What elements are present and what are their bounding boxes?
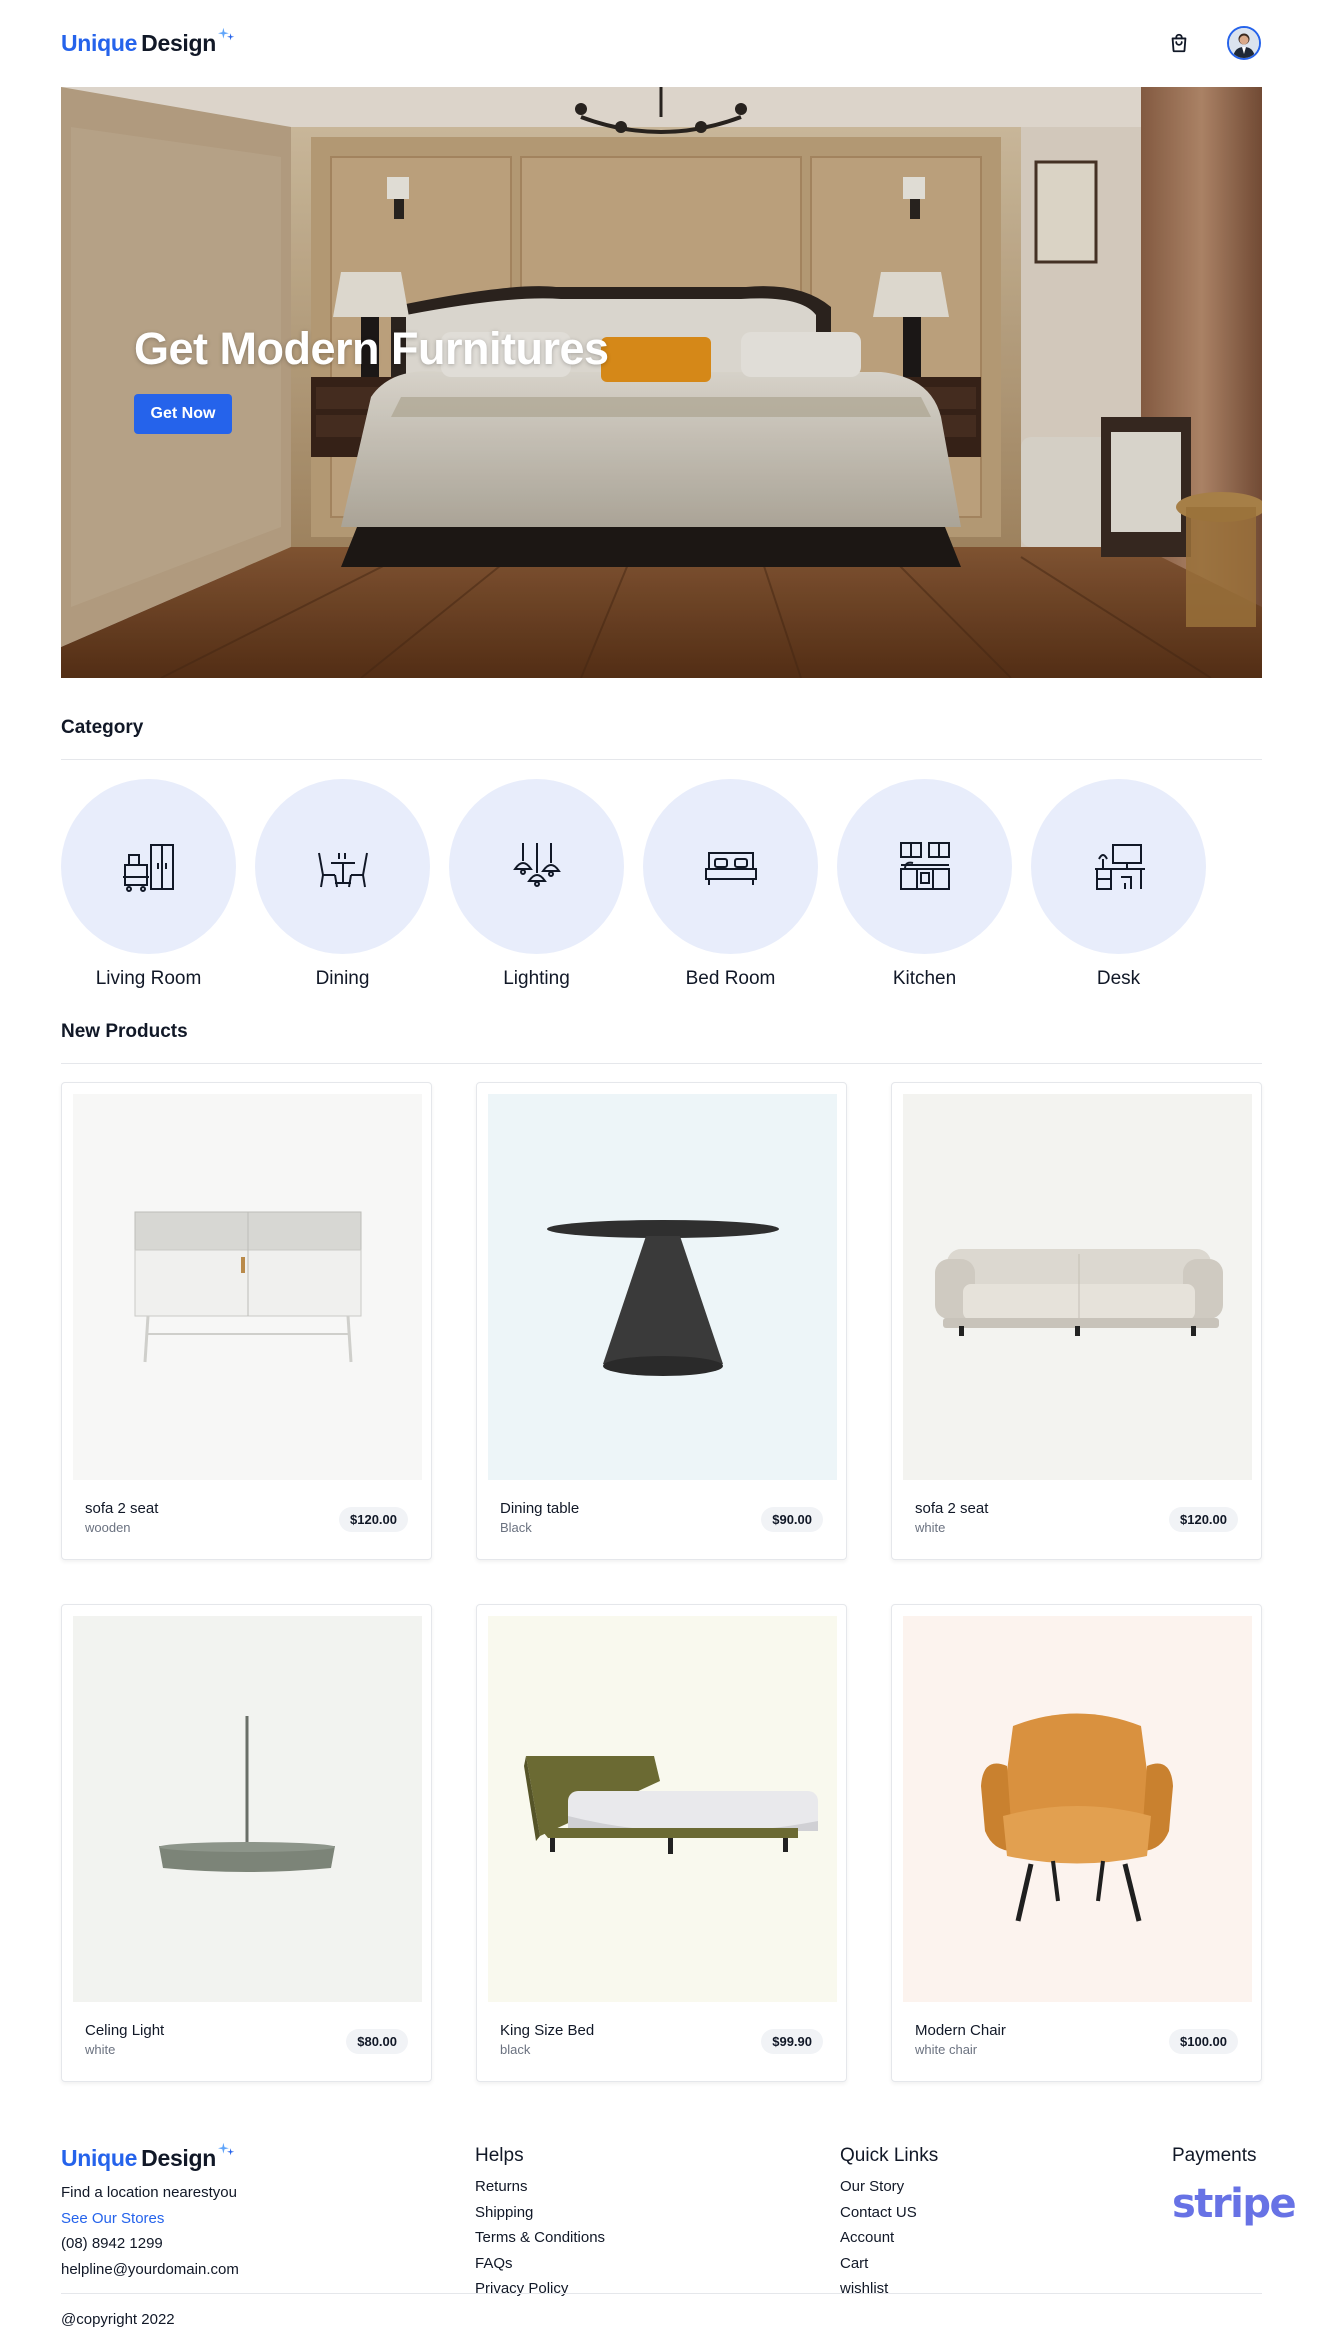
footer-link-shipping[interactable]: Shipping xyxy=(475,2203,605,2229)
brand-name-part1: Unique xyxy=(61,2145,138,2171)
footer-link-terms[interactable]: Terms & Conditions xyxy=(475,2228,605,2254)
hero-title: Get Modern Furnitures xyxy=(134,323,609,374)
page: Unique Design Get Modern Furnitures Get … xyxy=(0,0,1319,2334)
product-info: Celing Light white $80.00 xyxy=(85,2022,408,2057)
category-label: Lighting xyxy=(503,968,570,989)
brand-name-part2: Design xyxy=(141,2145,217,2171)
sparkle-icon xyxy=(218,2142,235,2156)
footer-link-privacy[interactable]: Privacy Policy xyxy=(475,2279,605,2305)
product-image-sideboard xyxy=(73,1094,422,1480)
footer-helps-links: Returns Shipping Terms & Conditions FAQs… xyxy=(475,2177,605,2305)
category-desk[interactable]: Desk xyxy=(1031,779,1206,990)
footer-quick-links-column: Quick Links Our Story Contact US Account… xyxy=(840,2145,939,2305)
product-info: King Size Bed black $99.90 xyxy=(500,2022,823,2057)
category-circle xyxy=(1031,779,1206,954)
footer-location-text: Find a location nearestyou xyxy=(61,2184,237,2201)
product-card[interactable]: Celing Light white $80.00 xyxy=(61,1604,432,2082)
user-avatar[interactable] xyxy=(1227,26,1261,60)
category-circle xyxy=(61,779,236,954)
product-image-sofa xyxy=(903,1094,1252,1480)
product-image-ceiling-light xyxy=(73,1616,422,2002)
product-price: $120.00 xyxy=(339,1507,408,1532)
product-card[interactable]: Modern Chair white chair $100.00 xyxy=(891,1604,1262,2082)
footer-quick-links: Our Story Contact US Account Cart wishli… xyxy=(840,2177,938,2305)
category-divider xyxy=(61,759,1262,760)
category-circle xyxy=(449,779,624,954)
category-heading: Category xyxy=(61,717,144,738)
category-label: Bed Room xyxy=(685,968,776,989)
brand-logo[interactable]: Unique Design xyxy=(61,27,236,57)
product-info: sofa 2 seat wooden $120.00 xyxy=(85,1500,408,1535)
footer-email: helpline@yourdomain.com xyxy=(61,2260,239,2278)
product-price: $100.00 xyxy=(1169,2029,1238,2054)
brand-name-part2: Design xyxy=(141,29,217,56)
products-divider xyxy=(61,1063,1262,1064)
category-kitchen[interactable]: Kitchen xyxy=(837,779,1012,990)
dining-icon xyxy=(317,852,368,887)
stripe-logo: stripe xyxy=(1172,2181,1297,2227)
product-image-dining-table xyxy=(488,1094,837,1480)
new-products-heading: New Products xyxy=(61,1021,188,1042)
product-info: Dining table Black $90.00 xyxy=(500,1500,823,1535)
copyright-text: @copyright 2022 xyxy=(61,2311,175,2328)
desk-icon xyxy=(1094,843,1145,890)
footer-helps-column: Helps Returns Shipping Terms & Condition… xyxy=(475,2145,605,2305)
category-living-room[interactable]: Living Room xyxy=(61,779,236,990)
footer-payments-title: Payments xyxy=(1172,2145,1257,2166)
footer-link-faqs[interactable]: FAQs xyxy=(475,2254,605,2280)
footer-link-wishlist[interactable]: wishlist xyxy=(840,2279,938,2305)
footer-payments-column: Payments stripe xyxy=(1172,2145,1297,2227)
product-info: Modern Chair white chair $100.00 xyxy=(915,2022,1238,2057)
footer-divider xyxy=(61,2293,1262,2294)
kitchen-icon xyxy=(899,841,950,890)
category-circle xyxy=(837,779,1012,954)
product-price: $120.00 xyxy=(1169,1507,1238,1532)
product-card[interactable]: Dining table Black $90.00 xyxy=(476,1082,847,1560)
hero-bedroom-image xyxy=(61,87,1262,678)
see-our-stores-link[interactable]: See Our Stores xyxy=(61,2209,239,2235)
category-label: Desk xyxy=(1096,968,1141,989)
site-header: Unique Design xyxy=(61,0,1261,86)
category-bed-room[interactable]: Bed Room xyxy=(643,779,818,990)
sparkle-icon xyxy=(218,27,235,40)
category-dining[interactable]: Dining xyxy=(255,779,430,990)
category-lighting[interactable]: Lighting xyxy=(449,779,624,990)
product-card[interactable]: King Size Bed black $99.90 xyxy=(476,1604,847,2082)
get-now-button[interactable]: Get Now xyxy=(134,394,232,434)
lighting-icon xyxy=(512,842,561,887)
footer-link-returns[interactable]: Returns xyxy=(475,2177,605,2203)
category-label: Dining xyxy=(315,968,370,989)
product-price: $90.00 xyxy=(761,1507,823,1532)
category-circle xyxy=(255,779,430,954)
footer-brand-column: Unique Design Find a location nearestyou… xyxy=(61,2142,239,2285)
category-label: Kitchen xyxy=(892,968,957,989)
product-info: sofa 2 seat white $120.00 xyxy=(915,1500,1238,1535)
category-list: Living Room Dining Lighting Bed Room Kit… xyxy=(61,779,1206,990)
footer-link-contact[interactable]: Contact US xyxy=(840,2203,938,2229)
shopping-bag-icon[interactable] xyxy=(1165,29,1193,57)
product-price: $99.90 xyxy=(761,2029,823,2054)
footer-link-account[interactable]: Account xyxy=(840,2228,938,2254)
brand-name-part1: Unique xyxy=(61,29,138,56)
product-price: $80.00 xyxy=(346,2029,408,2054)
hero-banner: Get Modern Furnitures Get Now xyxy=(61,87,1262,678)
footer-link-cart[interactable]: Cart xyxy=(840,2254,938,2280)
footer-link-our-story[interactable]: Our Story xyxy=(840,2177,938,2203)
living-room-icon xyxy=(122,843,174,892)
header-actions xyxy=(1165,26,1261,60)
footer-phone: (08) 8942 1299 xyxy=(61,2235,163,2252)
product-card[interactable]: sofa 2 seat wooden $120.00 xyxy=(61,1082,432,1560)
product-card[interactable]: sofa 2 seat white $120.00 xyxy=(891,1082,1262,1560)
product-image-king-size-bed xyxy=(488,1616,837,2002)
footer-helps-title: Helps xyxy=(475,2145,524,2166)
category-circle xyxy=(643,779,818,954)
bed-room-icon xyxy=(704,851,757,885)
footer-quick-links-title: Quick Links xyxy=(840,2145,939,2166)
product-grid: sofa 2 seat wooden $120.00 Dining table … xyxy=(61,1082,1262,2082)
category-label: Living Room xyxy=(95,968,202,989)
product-image-modern-chair xyxy=(903,1616,1252,2002)
footer-brand-logo[interactable]: Unique Design xyxy=(61,2142,239,2172)
